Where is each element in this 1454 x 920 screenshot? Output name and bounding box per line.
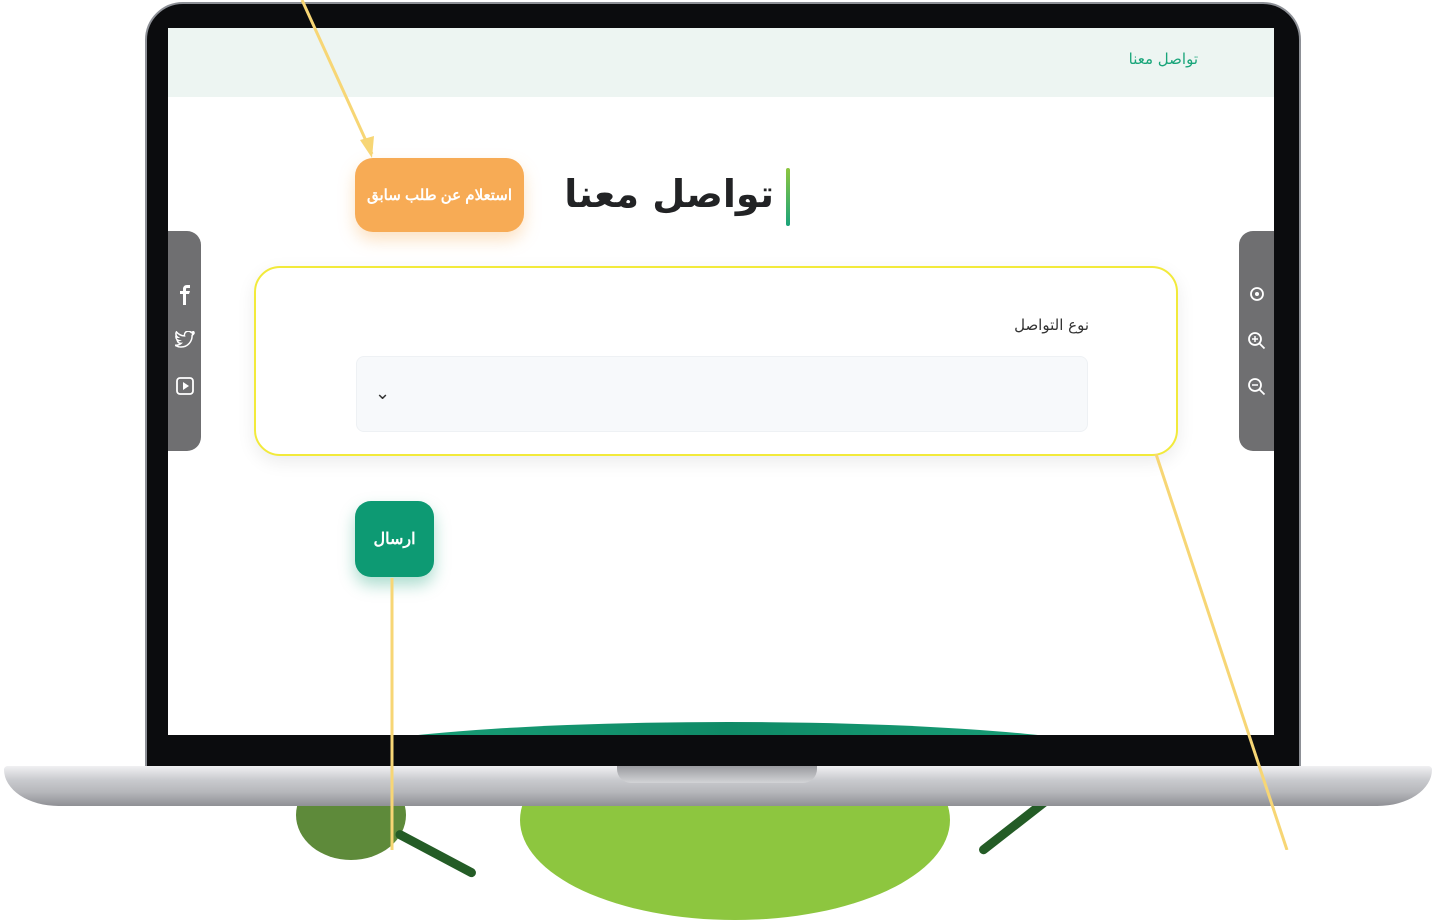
topbar: تواصل معنا <box>168 28 1274 97</box>
social-panel <box>168 231 201 451</box>
page-title: تواصل معنا <box>564 172 774 216</box>
footer-wave <box>308 722 1148 735</box>
chevron-down-icon[interactable]: ⌄ <box>375 383 390 404</box>
page-title-block: تواصل معنا <box>564 166 798 226</box>
laptop-notch <box>617 766 817 783</box>
background-line <box>393 828 478 879</box>
facebook-icon[interactable] <box>175 285 195 305</box>
title-accent-bar <box>786 168 790 226</box>
contact-type-select[interactable]: ⌄ <box>356 356 1088 432</box>
send-button[interactable]: ارسال <box>355 501 434 577</box>
contact-type-label: نوع التواصل <box>1014 316 1089 334</box>
twitter-icon[interactable] <box>171 330 195 351</box>
zoom-out-icon[interactable] <box>1247 377 1267 397</box>
accessibility-icon[interactable] <box>1247 285 1267 305</box>
breadcrumb[interactable]: تواصل معنا <box>1129 50 1198 68</box>
accessibility-panel <box>1239 231 1274 451</box>
contact-form-card: نوع التواصل ⌄ <box>254 266 1178 456</box>
previous-request-button[interactable]: استعلام عن طلب سابق <box>355 158 524 232</box>
screen: تواصل معنا تواصل معنا استعلام عن طلب ساب… <box>168 28 1274 735</box>
zoom-in-icon[interactable] <box>1247 331 1267 351</box>
youtube-icon[interactable] <box>175 377 195 397</box>
